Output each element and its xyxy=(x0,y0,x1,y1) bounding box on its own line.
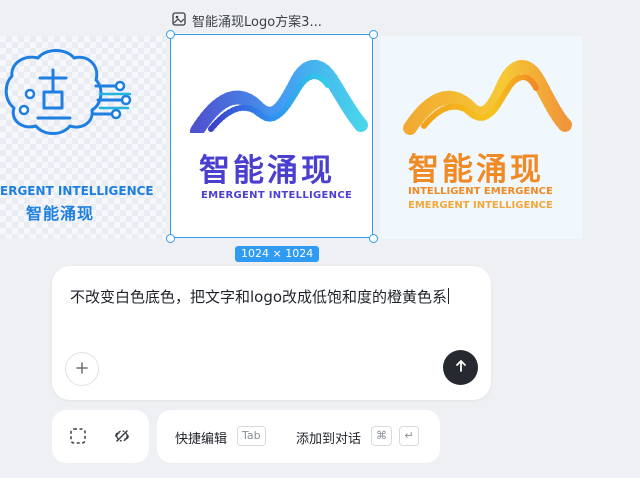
resize-handle-top-right[interactable] xyxy=(369,30,378,39)
quick-edit-shortcut-key: Tab xyxy=(237,426,266,446)
quick-edit-button[interactable]: 快捷编辑 xyxy=(175,428,227,447)
command-key-icon: ⌘ xyxy=(371,426,392,446)
image-size-badge: 1024 × 1024 xyxy=(235,246,320,262)
arrow-up-icon xyxy=(454,358,468,377)
plus-icon xyxy=(75,359,89,380)
right-title-line1: INTELLIGENT EMERGENCE xyxy=(408,186,553,197)
selection-tool-group xyxy=(52,410,149,463)
image-canvas-row: ERGENT INTELLIGENCE 智能涌现 智能涌现 EMERGENT I… xyxy=(0,33,640,239)
marquee-select-icon[interactable] xyxy=(68,426,88,446)
prompt-input[interactable]: 不改变白色底色，把文字和logo改成低饱和度的橙黄色系 xyxy=(70,286,450,307)
right-title-line2: EMERGENT INTELLIGENCE xyxy=(408,200,553,211)
dotted-wave-icon xyxy=(190,60,368,133)
file-name-text: 智能涌现Logo方案3... xyxy=(192,15,322,30)
left-title-cn: 智能涌现 xyxy=(26,204,95,223)
logo-thumbnail-right[interactable]: 智能涌现 INTELLIGENT EMERGENCE EMERGENT INTE… xyxy=(380,36,582,239)
resize-handle-top-left[interactable] xyxy=(166,30,175,39)
quick-actions-bar: 快捷编辑 Tab 添加到对话 ⌘ ↵ xyxy=(157,410,440,463)
dotted-wave-icon xyxy=(403,60,573,135)
logo-thumbnail-left[interactable]: ERGENT INTELLIGENCE 智能涌现 xyxy=(0,36,166,239)
resize-handle-bottom-right[interactable] xyxy=(369,234,378,243)
right-title-cn: 智能涌现 xyxy=(408,152,544,188)
image-icon xyxy=(172,11,186,30)
middle-title-cn: 智能涌现 xyxy=(199,153,335,189)
add-attachment-button[interactable] xyxy=(65,352,99,386)
add-to-chat-button[interactable]: 添加到对话 xyxy=(296,428,361,447)
resize-handle-bottom-left[interactable] xyxy=(166,234,175,243)
prompt-text: 不改变白色底色，把文字和logo改成低饱和度的橙黄色系 xyxy=(70,288,448,306)
prompt-input-card[interactable]: 不改变白色底色，把文字和logo改成低饱和度的橙黄色系 xyxy=(52,266,491,400)
brain-circuit-icon xyxy=(4,49,132,135)
text-caret xyxy=(448,288,450,304)
file-name-label: 智能涌现Logo方案3... xyxy=(172,11,322,30)
middle-title-en: EMERGENT INTELLIGENCE xyxy=(201,190,353,201)
send-button[interactable] xyxy=(443,350,478,385)
lasso-brush-icon[interactable] xyxy=(112,426,132,446)
logo-thumbnail-selected[interactable]: 智能涌现 EMERGENT INTELLIGENCE xyxy=(171,33,373,238)
left-title-en: ERGENT INTELLIGENCE xyxy=(0,184,154,198)
enter-key-icon: ↵ xyxy=(399,426,419,446)
